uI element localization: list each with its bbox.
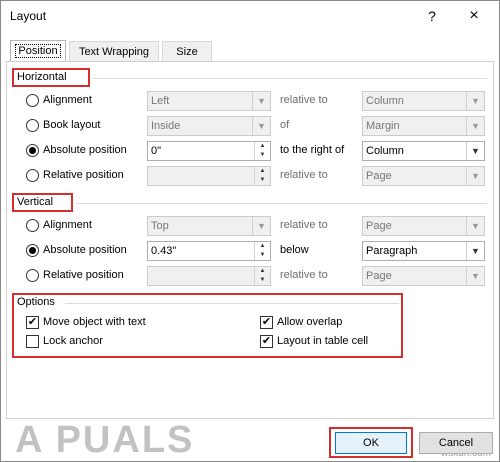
- h-absolute-position-target-select[interactable]: Column ▼: [362, 141, 485, 161]
- horizontal-divider: [93, 78, 487, 79]
- v-relative-position-radio[interactable]: [26, 269, 39, 282]
- chevron-down-icon: ▼: [466, 117, 484, 135]
- v-alignment-select[interactable]: Top ▼: [147, 216, 271, 236]
- h-absolute-position-relation: to the right of: [280, 144, 345, 156]
- chevron-down-icon: ▼: [466, 267, 484, 285]
- v-alignment-radio[interactable]: [26, 219, 39, 232]
- vertical-highlight: [12, 193, 73, 212]
- v-alignment-label: Alignment: [43, 219, 92, 231]
- spin-down-icon[interactable]: ▼: [254, 276, 270, 285]
- h-absolute-position-target-value: Column: [366, 145, 404, 157]
- brand-watermark: A PUALS: [15, 419, 195, 461]
- chevron-down-icon: ▼: [466, 142, 484, 160]
- v-relative-position-input[interactable]: ▲ ▼: [147, 266, 271, 286]
- h-relative-position-target-value: Page: [366, 170, 392, 182]
- checkmark-icon: ✔: [27, 316, 38, 328]
- position-panel: [6, 61, 494, 419]
- lock-anchor-label: Lock anchor: [43, 335, 103, 347]
- h-relative-position-radio[interactable]: [26, 169, 39, 182]
- lock-anchor-checkbox[interactable]: [26, 335, 39, 348]
- v-absolute-position-target-value: Paragraph: [366, 245, 418, 257]
- h-alignment-relation: relative to: [280, 94, 328, 106]
- title-bar: Layout ? ×: [1, 1, 499, 33]
- h-relative-position-input[interactable]: ▲ ▼: [147, 166, 271, 186]
- h-absolute-position-value: 0": [151, 145, 162, 157]
- v-alignment-value: Top: [151, 220, 169, 232]
- h-absolute-position-input[interactable]: 0" ▲ ▼: [147, 141, 271, 161]
- v-alignment-relation: relative to: [280, 219, 328, 231]
- spin-down-icon[interactable]: ▼: [254, 176, 270, 185]
- h-book-layout-select[interactable]: Inside ▼: [147, 116, 271, 136]
- spin-down-icon[interactable]: ▼: [254, 151, 270, 160]
- layout-in-cell-label: Layout in table cell: [277, 335, 369, 347]
- h-alignment-label: Alignment: [43, 94, 92, 106]
- spin-up-icon[interactable]: ▲: [254, 267, 270, 276]
- v-relative-position-label: Relative position: [43, 269, 124, 281]
- v-absolute-position-radio[interactable]: [26, 244, 39, 257]
- v-absolute-position-label: Absolute position: [43, 244, 127, 256]
- chevron-down-icon: ▼: [252, 92, 270, 110]
- layout-dialog: Layout ? × Position Text Wrapping Size H…: [0, 0, 500, 462]
- h-book-layout-target-value: Margin: [366, 120, 400, 132]
- move-object-label: Move object with text: [43, 316, 146, 328]
- chevron-down-icon: ▼: [466, 242, 484, 260]
- h-alignment-value: Left: [151, 95, 170, 107]
- h-relative-position-label: Relative position: [43, 169, 124, 181]
- v-relative-position-target-value: Page: [366, 270, 392, 282]
- checkmark-icon: ✔: [261, 335, 272, 347]
- v-absolute-position-target-select[interactable]: Paragraph ▼: [362, 241, 485, 261]
- tab-size-label: Size: [176, 46, 198, 58]
- spin-up-icon[interactable]: ▲: [254, 167, 270, 176]
- help-button[interactable]: ?: [421, 5, 443, 27]
- v-absolute-position-value: 0.43": [151, 245, 177, 257]
- chevron-down-icon: ▼: [466, 92, 484, 110]
- v-relative-position-target-select[interactable]: Page ▼: [362, 266, 485, 286]
- allow-overlap-checkbox[interactable]: ✔: [260, 316, 273, 329]
- spin-up-icon[interactable]: ▲: [254, 242, 270, 251]
- h-book-layout-label: Book layout: [43, 119, 101, 131]
- h-relative-position-relation: relative to: [280, 169, 328, 181]
- chevron-down-icon: ▼: [466, 167, 484, 185]
- dialog-title: Layout: [10, 9, 47, 23]
- chevron-down-icon: ▼: [252, 117, 270, 135]
- tab-position-label: Position: [15, 44, 61, 58]
- cancel-button[interactable]: Cancel: [419, 432, 493, 454]
- h-book-layout-radio[interactable]: [26, 119, 39, 132]
- layout-in-cell-checkbox[interactable]: ✔: [260, 335, 273, 348]
- h-alignment-radio[interactable]: [26, 94, 39, 107]
- h-book-layout-value: Inside: [151, 120, 181, 132]
- v-absolute-position-relation: below: [280, 244, 309, 256]
- ok-button[interactable]: OK: [335, 432, 407, 454]
- chevron-down-icon: ▼: [252, 217, 270, 235]
- move-object-checkbox[interactable]: ✔: [26, 316, 39, 329]
- tab-size[interactable]: Size: [162, 41, 212, 61]
- tab-text-wrapping-label: Text Wrapping: [78, 46, 150, 58]
- h-alignment-target-select[interactable]: Column ▼: [362, 91, 485, 111]
- h-absolute-position-radio[interactable]: [26, 144, 39, 157]
- h-book-layout-target-select[interactable]: Margin ▼: [362, 116, 485, 136]
- spin-up-icon[interactable]: ▲: [254, 142, 270, 151]
- vertical-divider: [77, 203, 487, 204]
- tab-text-wrapping[interactable]: Text Wrapping: [69, 41, 159, 61]
- h-relative-position-target-select[interactable]: Page ▼: [362, 166, 485, 186]
- allow-overlap-label: Allow overlap: [277, 316, 343, 328]
- v-absolute-position-input[interactable]: 0.43" ▲ ▼: [147, 241, 271, 261]
- spin-down-icon[interactable]: ▼: [254, 251, 270, 260]
- h-alignment-target-value: Column: [366, 95, 404, 107]
- v-alignment-target-value: Page: [366, 220, 392, 232]
- chevron-down-icon: ▼: [466, 217, 484, 235]
- v-alignment-target-select[interactable]: Page ▼: [362, 216, 485, 236]
- tab-position[interactable]: Position: [10, 40, 66, 62]
- v-relative-position-relation: relative to: [280, 269, 328, 281]
- h-absolute-position-label: Absolute position: [43, 144, 127, 156]
- horizontal-highlight: [12, 68, 90, 87]
- checkmark-icon: ✔: [261, 316, 272, 328]
- h-alignment-select[interactable]: Left ▼: [147, 91, 271, 111]
- close-button[interactable]: ×: [463, 5, 485, 27]
- h-book-layout-relation: of: [280, 119, 290, 131]
